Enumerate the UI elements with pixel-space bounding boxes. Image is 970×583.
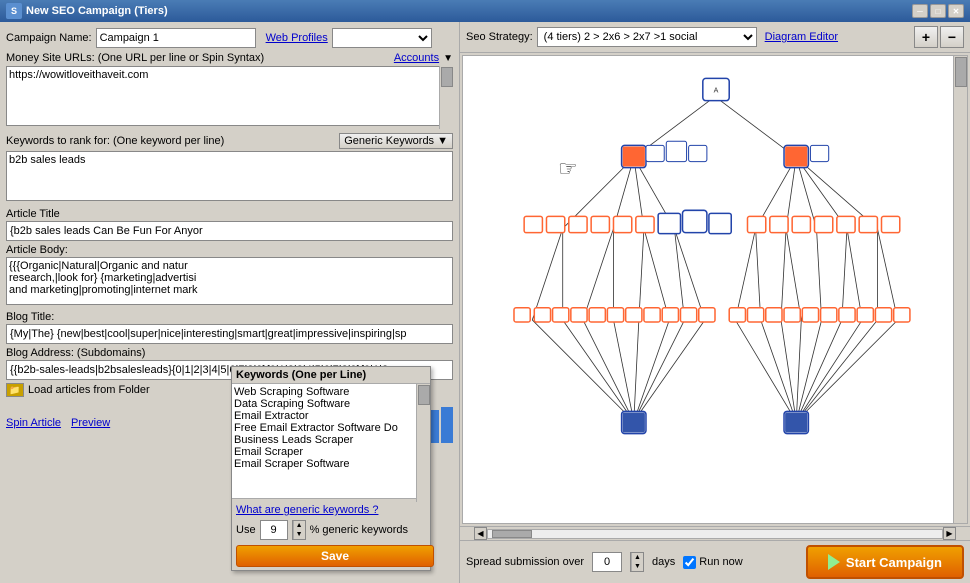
percent-spinner[interactable]: ▲ ▼ — [292, 520, 306, 540]
horizontal-scroll-thumb[interactable] — [492, 530, 532, 538]
node-bottom-left — [622, 411, 646, 433]
network-diagram: A — [463, 56, 967, 523]
web-profiles-link[interactable]: Web Profiles — [266, 32, 328, 44]
zoom-out-button[interactable]: − — [940, 26, 964, 48]
money-site-container: https://wowitloveithaveit.com — [6, 66, 453, 129]
use-label: Use — [236, 524, 256, 536]
campaign-name-row: Campaign Name: Web Profiles — [6, 28, 453, 48]
article-section: Article Title Article Body: {{{Organic|N… — [6, 208, 453, 380]
run-now-row: Run now — [683, 556, 742, 569]
what-are-generic-keywords-link[interactable]: What are generic keywords ? — [232, 502, 430, 518]
spinner-down-button[interactable]: ▼ — [293, 530, 305, 539]
right-top-bar: Seo Strategy: (4 tiers) 2 > 2x6 > 2x7 >1… — [460, 22, 970, 53]
folder-icon-button[interactable]: 📁 — [6, 383, 24, 397]
blog-address-label: Blog Address: (Subdomains) — [6, 347, 453, 359]
start-campaign-button[interactable]: Start Campaign — [806, 545, 964, 579]
main-content: Campaign Name: Web Profiles Money Site U… — [0, 22, 970, 583]
percent-input[interactable] — [260, 520, 288, 540]
diagram-editor-link[interactable]: Diagram Editor — [765, 31, 838, 43]
keywords-textarea-wrapper: b2b sales leads — [6, 151, 453, 204]
svg-text:A: A — [714, 87, 719, 95]
money-site-textarea[interactable]: https://wowitloveithaveit.com — [6, 66, 453, 126]
start-campaign-label: Start Campaign — [846, 555, 942, 570]
run-now-label: Run now — [699, 556, 742, 568]
article-title-label: Article Title — [6, 208, 453, 220]
generic-label: % generic keywords — [310, 524, 408, 536]
days-spinner-up[interactable]: ▲ — [631, 553, 643, 562]
money-site-label: Money Site URLs: (One URL per line or Sp… — [6, 52, 264, 64]
load-articles-label: Load articles from Folder — [28, 384, 150, 396]
days-spinner-down[interactable]: ▼ — [631, 562, 643, 571]
play-icon — [828, 554, 840, 570]
spread-label: Spread submission over — [466, 556, 584, 568]
scrollbar-thumb[interactable] — [441, 67, 453, 87]
spin-preview-row: Spin Article Preview — [6, 417, 110, 429]
window-controls: ─ □ ✕ — [912, 4, 964, 18]
accounts-link[interactable]: Accounts — [394, 52, 439, 64]
minimize-button[interactable]: ─ — [912, 4, 928, 18]
generic-keywords-button[interactable]: Generic Keywords ▼ — [339, 133, 453, 149]
window-title: New SEO Campaign (Tiers) — [26, 5, 168, 17]
campaign-name-input[interactable] — [96, 28, 256, 48]
blog-title-label: Blog Title: — [6, 311, 453, 323]
horizontal-scroll-track[interactable] — [487, 529, 943, 539]
keywords-textarea[interactable]: b2b sales leads — [6, 151, 453, 201]
zoom-buttons: + − — [914, 26, 964, 48]
article-title-input[interactable] — [6, 221, 453, 241]
node-top: A — [703, 78, 729, 100]
textarea-scrollbar[interactable] — [439, 66, 453, 129]
accounts-arrow-icon[interactable]: ▼ — [443, 53, 453, 64]
chart-bar — [441, 407, 453, 443]
seo-strategy-select[interactable]: (4 tiers) 2 > 2x6 > 2x7 >1 social — [537, 27, 757, 47]
popup-scroll-thumb[interactable] — [418, 385, 430, 405]
seo-strategy-label: Seo Strategy: — [466, 31, 533, 43]
vertical-scroll-thumb[interactable] — [955, 57, 967, 87]
days-input[interactable] — [592, 552, 622, 572]
node-tier1-right — [784, 145, 808, 167]
article-body-textarea[interactable]: {{{Organic|Natural|Organic and natur res… — [6, 257, 453, 305]
title-bar: S New SEO Campaign (Tiers) ─ □ ✕ — [0, 0, 970, 22]
maximize-button[interactable]: □ — [930, 4, 946, 18]
days-spinner[interactable]: ▲ ▼ — [630, 552, 644, 572]
save-button[interactable]: Save — [236, 545, 434, 567]
use-percent-row: Use ▲ ▼ % generic keywords — [232, 518, 430, 542]
right-bottom-bar: Spread submission over ▲ ▼ days Run now … — [460, 540, 970, 583]
popup-keywords-wrapper: Web Scraping Software Data Scraping Soft… — [232, 384, 430, 502]
connector-lines — [532, 97, 897, 422]
keywords-label: Keywords to rank for: (One keyword per l… — [6, 135, 224, 147]
blog-title-input[interactable] — [6, 324, 453, 344]
node-tier1-left — [622, 145, 646, 167]
node-bottom-right — [784, 411, 808, 433]
popup-scrollbar[interactable] — [416, 384, 430, 502]
days-label: days — [652, 556, 675, 568]
close-button[interactable]: ✕ — [948, 4, 964, 18]
left-panel: Campaign Name: Web Profiles Money Site U… — [0, 22, 460, 583]
generic-keywords-popup: Keywords (One per Line) Web Scraping Sof… — [231, 366, 431, 571]
spin-article-link[interactable]: Spin Article — [6, 417, 61, 429]
scroll-right-button[interactable]: ▶ — [943, 527, 956, 540]
web-profiles-select[interactable] — [332, 28, 432, 48]
spinner-up-button[interactable]: ▲ — [293, 521, 305, 530]
diagram-area[interactable]: ☞ — [462, 55, 968, 524]
app-icon: S — [6, 3, 22, 19]
vertical-scrollbar[interactable] — [953, 56, 967, 523]
campaign-name-label: Campaign Name: — [6, 32, 92, 44]
accounts-row: Money Site URLs: (One URL per line or Sp… — [6, 52, 453, 64]
preview-link[interactable]: Preview — [71, 417, 110, 429]
popup-title: Keywords (One per Line) — [232, 367, 430, 384]
run-now-checkbox[interactable] — [683, 556, 696, 569]
right-panel: Seo Strategy: (4 tiers) 2 > 2x6 > 2x7 >1… — [460, 22, 970, 583]
horizontal-scrollbar[interactable]: ◀ ▶ — [460, 526, 970, 540]
keywords-row: Keywords to rank for: (One keyword per l… — [6, 133, 453, 149]
scroll-left-button[interactable]: ◀ — [474, 527, 487, 540]
article-body-label: Article Body: — [6, 244, 453, 256]
popup-keywords-textarea[interactable]: Web Scraping Software Data Scraping Soft… — [232, 384, 430, 499]
keywords-section: b2b sales leads Keywords (One per Line) … — [6, 151, 453, 204]
zoom-in-button[interactable]: + — [914, 26, 938, 48]
